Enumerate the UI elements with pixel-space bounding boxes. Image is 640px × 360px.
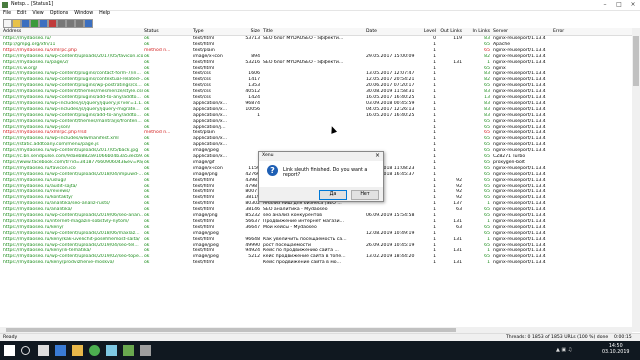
cell-out-links: 131 (453, 260, 462, 266)
new-icon[interactable] (3, 19, 12, 28)
column-header-address[interactable]: Address (3, 28, 143, 35)
taskbar: ▲ ▣ ♫ 14:50 03.10.2019 (0, 341, 640, 360)
menu-bar: File Edit View Options Window Help (0, 10, 640, 18)
report-dialog: Xenu × ? Link sleuth finished. Do you wa… (258, 151, 384, 202)
settings-icon[interactable] (57, 19, 66, 28)
cell-in-links: 1 (487, 260, 490, 266)
terminal-icon[interactable] (140, 345, 151, 356)
column-header-date[interactable]: Date (366, 28, 416, 35)
vertical-scrollbar[interactable] (632, 28, 640, 332)
pause-icon[interactable] (39, 19, 48, 28)
column-header-type[interactable]: Type (193, 28, 235, 35)
table-header: Address Status Type Size Title Date Level Out L… (0, 28, 632, 36)
export-icon[interactable] (75, 19, 84, 28)
spider-app-icon (2, 2, 8, 8)
cell-address: https://mydaoseo.ru/keny/prodvizhenie-mo… (3, 260, 115, 266)
filter-icon[interactable] (66, 19, 75, 28)
yes-button[interactable]: Да (319, 190, 347, 200)
taskbar-clock[interactable]: 14:50 03.10.2019 (602, 344, 629, 356)
cell-level: 1 (433, 260, 436, 266)
tray-icons[interactable]: ▲ ▣ ♫ (556, 347, 572, 353)
dialog-title: Xenu (262, 153, 274, 158)
menu-edit[interactable]: Edit (14, 10, 29, 18)
explorer-icon[interactable] (72, 345, 83, 356)
column-header-level[interactable]: Level (418, 28, 436, 35)
cell-server: nginx-reuseport/1.13.4 (493, 260, 546, 266)
column-header-in-links[interactable]: In Links (465, 28, 490, 35)
column-header-title[interactable]: Title (263, 28, 363, 35)
save-icon[interactable] (21, 19, 30, 28)
minimize-icon[interactable]: – (598, 1, 612, 9)
dialog-message: Link sleuth finished. Do you want a repo… (283, 168, 368, 178)
no-button[interactable]: Нет (351, 190, 379, 200)
dialog-close-icon[interactable]: × (375, 152, 380, 159)
menu-options[interactable]: Options (47, 10, 72, 18)
clock-date: 03.10.2019 (602, 350, 630, 355)
cell-title: Кейс продвижение сайта в мо... (263, 260, 341, 266)
help-icon[interactable] (84, 19, 93, 28)
chrome-icon[interactable] (89, 345, 100, 356)
column-header-server[interactable]: Server (493, 28, 551, 35)
menu-file[interactable]: File (0, 10, 14, 18)
menu-window[interactable]: Window (71, 10, 96, 18)
cell-status: ok (144, 260, 150, 266)
open-icon[interactable] (12, 19, 21, 28)
maximize-icon[interactable]: □ (612, 1, 626, 9)
scroll-thumb[interactable] (633, 36, 639, 86)
question-icon: ? (267, 165, 278, 176)
menu-help[interactable]: Help (96, 10, 113, 18)
column-header-size[interactable]: Size (236, 28, 260, 35)
scroll-thumb[interactable] (6, 328, 456, 332)
notepad-icon[interactable] (106, 345, 117, 356)
task-view-icon[interactable] (38, 345, 49, 356)
start-icon[interactable] (30, 19, 39, 28)
window-title: Netsp... [Status1] (11, 2, 54, 7)
windows-start-icon[interactable] (4, 345, 15, 356)
edge-icon[interactable] (55, 345, 66, 356)
stop-icon[interactable] (48, 19, 57, 28)
column-header-out-links[interactable]: Out Links (438, 28, 462, 35)
search-icon[interactable] (21, 346, 30, 355)
close-icon[interactable]: × (626, 1, 640, 9)
table-row[interactable]: https://mydaoseo.ru/keny/prodvizhenie-mo… (0, 260, 632, 266)
xenu-icon[interactable] (123, 345, 134, 356)
column-header-status[interactable]: Status (144, 28, 192, 35)
cell-type: text/html (193, 260, 215, 266)
menu-view[interactable]: View (29, 10, 46, 18)
column-header-error[interactable]: Error (553, 28, 623, 35)
